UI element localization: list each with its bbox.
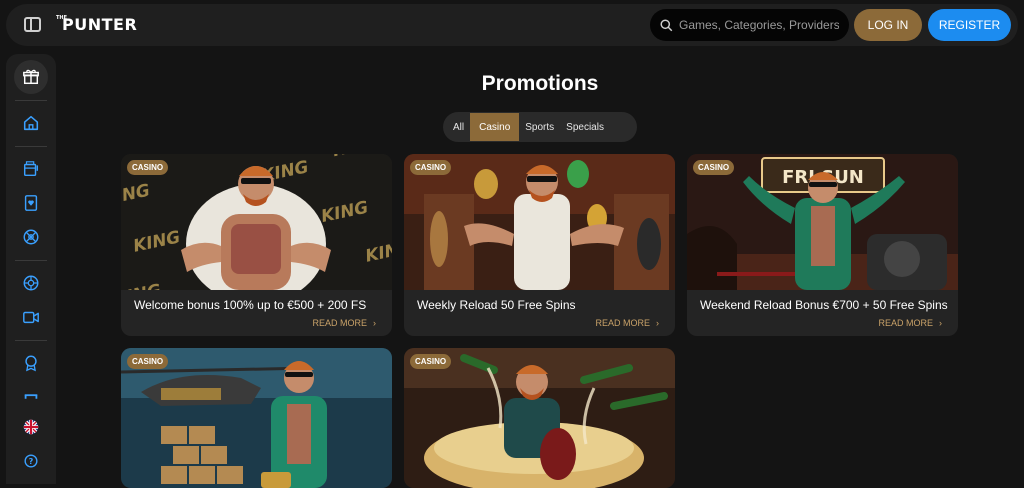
- trophy-bar-icon: [24, 394, 38, 399]
- tab-casino[interactable]: Casino: [470, 113, 520, 141]
- promotion-tabs: All Casino Sports Specials: [443, 112, 637, 142]
- nav-language[interactable]: [14, 410, 48, 444]
- search-icon: [660, 18, 673, 31]
- nav-divider: [15, 100, 47, 101]
- promotion-title: Weekend Reload Bonus €700 + 50 Free Spin…: [700, 298, 948, 312]
- sidebar-toggle-icon[interactable]: [24, 17, 41, 32]
- read-more-label: READ MORE: [878, 318, 933, 328]
- logo[interactable]: THEPUNTER: [56, 15, 137, 34]
- promotion-card[interactable]: CASINO KING KING KING KING KING KING KIN…: [121, 154, 392, 336]
- card-icon: [24, 195, 38, 211]
- search-input[interactable]: [679, 18, 839, 32]
- promotion-info: Weekend Reload Bonus €700 + 50 Free Spin…: [687, 290, 958, 336]
- category-badge: CASINO: [127, 160, 169, 175]
- login-button[interactable]: LOG IN: [854, 9, 922, 41]
- nav-vip[interactable]: [14, 346, 48, 380]
- read-more-link[interactable]: READ MORE ›: [595, 318, 659, 328]
- promotion-image: CASINO: [404, 154, 675, 290]
- promotion-info: Weekly Reload 50 Free Spins READ MORE ›: [404, 290, 675, 336]
- nav-divider: [15, 146, 47, 147]
- nav-table-games[interactable]: [14, 186, 48, 220]
- read-more-link[interactable]: READ MORE ›: [312, 318, 376, 328]
- sports-icon: [23, 229, 39, 245]
- read-more-label: READ MORE: [312, 318, 367, 328]
- slots-icon: [23, 161, 39, 177]
- nav-sports[interactable]: [14, 220, 48, 254]
- promotion-image: CASINO FRI SUN: [687, 154, 958, 290]
- nav-home[interactable]: [14, 106, 48, 140]
- page-title: Promotions: [481, 72, 599, 95]
- promotion-image: CASINO: [404, 348, 675, 488]
- nav-live-games[interactable]: [14, 300, 48, 334]
- promotion-card[interactable]: CASINO FRI SUN Weekend Reload Bonus €700…: [687, 154, 958, 336]
- vip-badge-icon: [25, 355, 37, 372]
- promotion-title: Weekly Reload 50 Free Spins: [417, 298, 576, 312]
- read-more-link[interactable]: READ MORE ›: [878, 318, 942, 328]
- nav-help[interactable]: ?: [14, 444, 48, 478]
- svg-text:?: ?: [29, 456, 34, 466]
- uk-flag-icon: [23, 419, 39, 435]
- category-badge: CASINO: [127, 354, 169, 369]
- category-badge: CASINO: [410, 160, 452, 175]
- tab-sports[interactable]: Sports: [519, 113, 560, 141]
- tab-specials[interactable]: Specials: [560, 113, 610, 141]
- nav-divider: [15, 340, 47, 341]
- promotion-image: CASINO: [121, 348, 392, 488]
- category-badge: CASINO: [410, 354, 452, 369]
- promotion-image: CASINO KING KING KING KING KING KING KIN…: [121, 154, 392, 290]
- register-button[interactable]: REGISTER: [928, 9, 1011, 41]
- read-more-label: READ MORE: [595, 318, 650, 328]
- home-icon: [23, 115, 39, 131]
- chevron-right-icon: ›: [656, 318, 659, 328]
- logo-text: PUNTER: [62, 15, 138, 34]
- side-navigation: ?: [6, 54, 56, 484]
- chevron-right-icon: ›: [373, 318, 376, 328]
- promotion-title: Welcome bonus 100% up to €500 + 200 FS: [134, 298, 367, 312]
- nav-tournaments[interactable]: [14, 380, 48, 414]
- tab-all[interactable]: All: [447, 113, 470, 141]
- category-badge: CASINO: [693, 160, 735, 175]
- help-icon: ?: [24, 454, 38, 468]
- nav-live-casino[interactable]: [14, 266, 48, 300]
- nav-divider: [15, 260, 47, 261]
- nav-slots[interactable]: [14, 152, 48, 186]
- chevron-right-icon: ›: [939, 318, 942, 328]
- promotion-info: Welcome bonus 100% up to €500 + 200 FS R…: [121, 290, 392, 336]
- live-video-icon: [23, 311, 39, 324]
- promotion-card[interactable]: CASINO: [121, 348, 392, 488]
- top-bar: THEPUNTER LOG IN REGISTER: [6, 4, 1018, 46]
- promotion-card[interactable]: CASINO Weekly Reload 50 Free Spins READ …: [404, 154, 675, 336]
- search-bar[interactable]: [650, 9, 849, 41]
- promotion-card[interactable]: CASINO: [404, 348, 675, 488]
- live-casino-icon: [23, 275, 39, 291]
